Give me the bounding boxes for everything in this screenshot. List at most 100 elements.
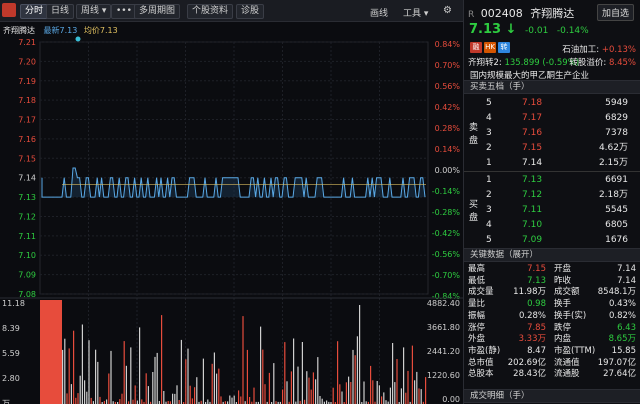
level-number: 2 [486,143,492,153]
bid-row[interactable]: 5 7.09 1676 [464,232,640,248]
orderbook-header[interactable]: 买卖五档（手） [464,80,640,94]
volume-bar [108,373,110,404]
volume-bar [174,393,176,404]
tab-weekly[interactable]: 周线 ▾ [76,4,112,19]
price: 7.17 [522,113,543,123]
volume-bar [264,384,266,404]
volume-bar [220,396,222,404]
volume-bar [121,393,123,404]
price-change-pct: -0.14% [556,26,589,36]
stock-code: 002408 [480,7,523,20]
volume: 6829 [605,113,628,123]
volume-bar [321,398,323,404]
bid-row[interactable]: 4 7.10 6805 [464,217,640,233]
price-tick: 7.15 [18,154,36,163]
volume-bar [282,389,284,404]
volume-bar [354,355,356,404]
volume-bar [312,372,314,404]
stat-value: 28.43亿 [513,369,546,380]
level-number: 1 [486,175,492,185]
level-number: 3 [486,128,492,138]
tab-multi-period[interactable]: 多周期图 [134,4,181,19]
bid-row[interactable]: 3 7.11 5545 [464,202,640,218]
volume-bar [262,349,264,404]
volume-bar [352,349,354,404]
stat-label: 昨收 [554,275,572,286]
volume-bar [136,400,138,404]
volume-bar [156,352,158,404]
stat-label: 流通值 [554,357,580,368]
volume-tick: 8.39 [2,324,20,333]
volume-bar [389,387,391,404]
volume-bar [383,392,385,404]
price-tick: 7.18 [18,96,36,105]
pct-tick: -0.42% [432,229,461,238]
stat-label: 换手 [554,299,572,310]
volume-bar [141,399,143,404]
stat-row: 成交量 11.98万 成交额 8548.1万 [464,287,640,298]
hk-connect-tag[interactable]: HK [484,42,496,53]
volume-bar [319,396,321,404]
add-watchlist-button[interactable]: 加自选 [596,4,634,21]
stat-label: 市盈(静) [468,345,501,356]
tab-company-info[interactable]: 个股资料 [187,4,234,19]
stat-value: 0.43% [608,299,636,310]
volume-bar [304,399,306,404]
stat-label: 振幅 [468,310,486,321]
price: 7.18 [522,98,543,108]
stat-value: 11.98万 [513,287,546,298]
price-tick: 7.17 [18,116,36,125]
stat-value: 0.98 [527,299,546,310]
volume-bar [396,359,398,404]
ask-row[interactable]: 5 7.18 5949 [464,95,640,111]
stat-value: 7.15 [527,264,546,274]
stock-name: 齐翔腾达 [530,7,575,20]
stat-value: 8.47 [527,345,546,356]
premium-label: 转股溢价: [569,58,607,68]
tools-menu-button[interactable]: 工具 ▾ [403,6,428,19]
stat-row: 最低 7.13 昨收 7.14 [464,276,640,287]
settings-icon[interactable]: ⚙ [443,5,452,16]
bid-row[interactable]: 1 7.13 6691 [464,172,640,188]
price-tick: 7.09 [18,271,36,280]
volume-bar [86,391,88,404]
volume-bar [88,340,90,404]
volume-bar [77,393,79,404]
volume: 7378 [605,128,628,138]
app-logo-icon[interactable] [2,3,16,17]
trades-header[interactable]: 成交明细（手） [464,389,640,403]
volume-bar [403,347,405,404]
volume-bar [213,352,215,404]
intraday-chart[interactable]: 齐翔腾达 最新7.13 均价7.13 7.21 7.20 7.19 7.18 7.17 7… [0,22,463,404]
down-arrow-icon: ↓ [505,22,517,37]
keydata-header[interactable]: 关键数据（展开） [464,248,640,262]
ask-row[interactable]: 3 7.16 7378 [464,125,640,141]
tab-diagnosis[interactable]: 诊股 [236,4,265,19]
margin-tag[interactable]: 融 [470,42,482,53]
volume-bar [286,381,288,404]
volume-bar [416,371,418,404]
stat-value: 7.13 [527,275,546,286]
ask-row[interactable]: 1 7.14 2.15万 [464,155,640,171]
price-tick: 7.16 [18,135,36,144]
volume-bar [139,327,141,404]
tab-daily[interactable]: 日线 [46,4,75,19]
sector-change[interactable]: 石油加工: +0.13% [562,43,636,55]
volume-bar [297,366,299,404]
pct-tick: -0.28% [432,208,461,217]
tab-intraday[interactable]: 分时 [20,4,49,19]
volume-bar [394,382,396,404]
current-price-block: 7.13 ↓ -0.01 -0.14% [469,22,589,37]
volume-bar [176,385,178,404]
volume: 1676 [605,235,628,245]
ask-row[interactable]: 4 7.17 6829 [464,110,640,126]
draw-line-button[interactable]: 画线 [370,6,388,19]
ask-row[interactable]: 2 7.15 4.62万 [464,140,640,156]
price-tick: 7.12 [18,212,36,221]
convertible-bond-info[interactable]: 齐翔转2: 135.899 (-0.59%) [468,56,579,68]
price: 7.09 [522,235,543,245]
stat-value: 8548.1万 [597,287,636,298]
price-tick: 7.14 [18,174,36,183]
bid-row[interactable]: 2 7.12 2.18万 [464,187,640,203]
convertible-tag[interactable]: 转 [498,42,510,53]
